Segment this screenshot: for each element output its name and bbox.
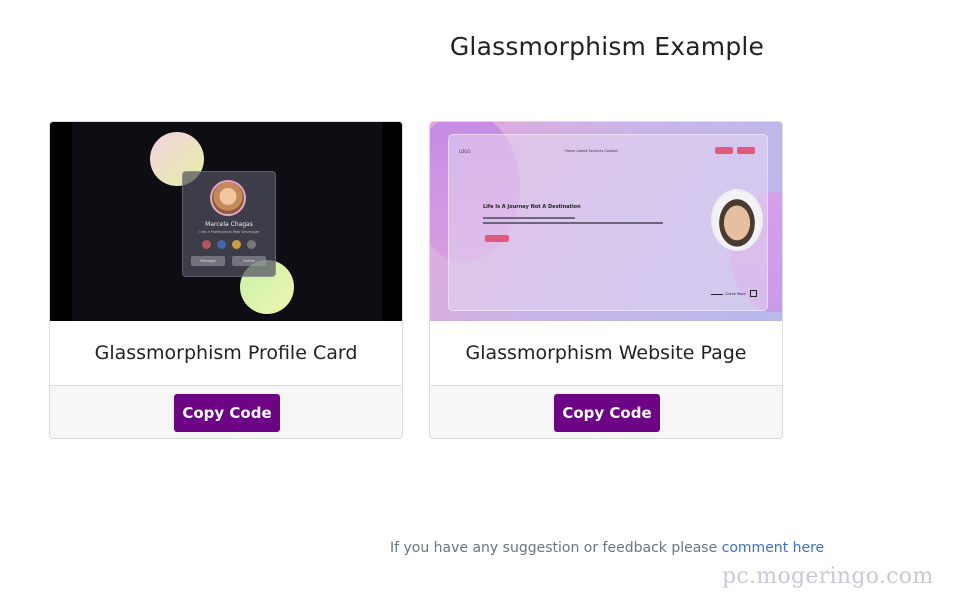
follow-button-preview: Follow [232, 256, 266, 266]
body-text-line [483, 217, 575, 219]
site-watermark: pc.mogeringo.com [722, 564, 934, 589]
play-icon [750, 290, 757, 297]
message-button-preview: Message [191, 256, 225, 266]
instagram-icon [202, 240, 211, 249]
card-website: LOGO Home Latest Services Contact Life I… [429, 121, 783, 439]
copy-code-button[interactable]: Copy Code [174, 394, 280, 432]
card-title: Glassmorphism Website Page [465, 342, 747, 364]
social-icons [202, 240, 256, 249]
card-footer: Copy Code [50, 385, 402, 438]
site-logo: LOGO [459, 149, 471, 154]
feedback-note: If you have any suggestion or feedback p… [390, 540, 824, 556]
register-pill [737, 147, 755, 154]
site-cta: Check More [725, 292, 746, 296]
login-pill [715, 147, 733, 154]
portrait-image [711, 189, 763, 251]
facebook-icon [217, 240, 226, 249]
glass-profile-card: Marcela Chagas I am a Professional Web D… [182, 171, 276, 277]
card-title: Glassmorphism Profile Card [94, 342, 358, 364]
feedback-text: If you have any suggestion or feedback p… [390, 540, 722, 556]
copy-code-button[interactable]: Copy Code [554, 394, 660, 432]
glass-website-panel: LOGO Home Latest Services Contact Life I… [448, 134, 768, 311]
arrow-line [711, 294, 723, 295]
body-text-line [483, 222, 663, 224]
read-more-pill [485, 235, 509, 242]
card-thumbnail: LOGO Home Latest Services Contact Life I… [430, 122, 782, 321]
card-footer: Copy Code [430, 385, 782, 438]
card-thumbnail: Marcela Chagas I am a Professional Web D… [50, 122, 402, 321]
profile-subtitle: I am a Professional Web Developer [198, 230, 260, 234]
comment-link[interactable]: comment here [722, 540, 825, 556]
google-icon [232, 240, 241, 249]
avatar [210, 180, 246, 216]
site-nav: Home Latest Services Contact [565, 149, 618, 153]
site-headline: Life Is A Journey Not A Destination [483, 204, 581, 210]
page-title: Glassmorphism Example [449, 32, 765, 61]
profile-name: Marcela Chagas [205, 221, 253, 228]
twitter-icon [247, 240, 256, 249]
card-profile: Marcela Chagas I am a Professional Web D… [49, 121, 403, 439]
